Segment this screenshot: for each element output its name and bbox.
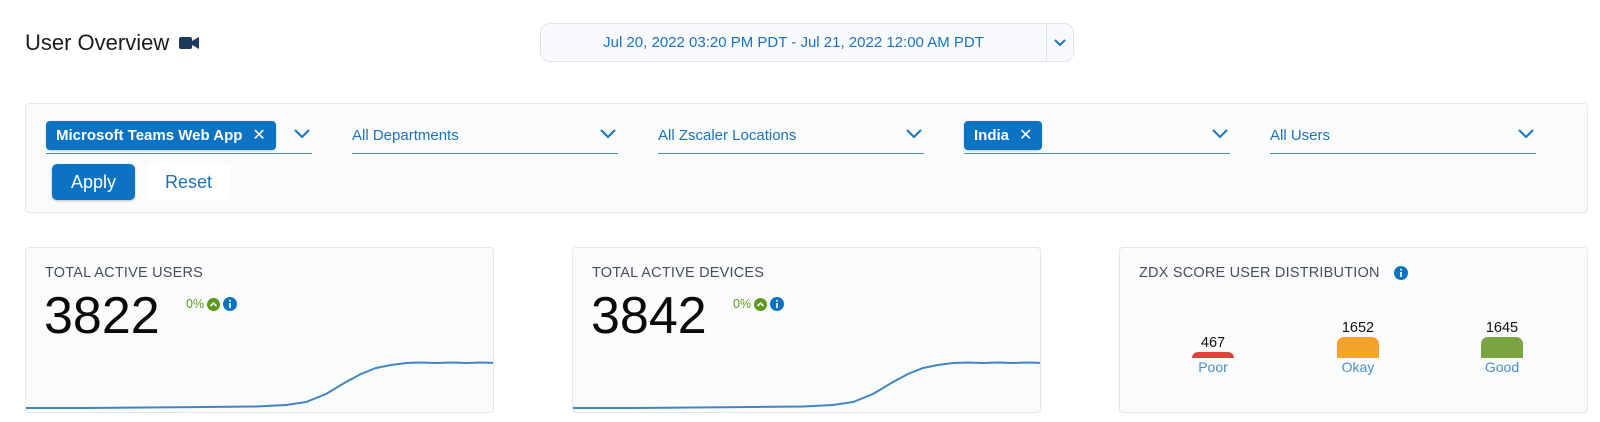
- trend-up-icon: [207, 297, 221, 311]
- card-title-text: ZDX SCORE USER DISTRIBUTION: [1139, 265, 1380, 281]
- date-range-toggle[interactable]: [1046, 24, 1073, 61]
- score-distribution-card[interactable]: ZDX SCORE USER DISTRIBUTION 467 Poor 165…: [1119, 247, 1588, 413]
- bucket-count: 1645: [1485, 320, 1519, 336]
- card-title: TOTAL ACTIVE USERS: [45, 265, 204, 281]
- card-title: ZDX SCORE USER DISTRIBUTION: [1139, 265, 1408, 281]
- bucket-bar: [1192, 352, 1234, 358]
- locations-filter-value: All Zscaler Locations: [658, 127, 797, 144]
- bucket-label: Poor: [1198, 359, 1228, 375]
- card-title: TOTAL ACTIVE DEVICES: [592, 265, 765, 281]
- locations-filter[interactable]: All Zscaler Locations: [658, 118, 924, 154]
- date-range-value[interactable]: Jul 20, 2022 03:20 PM PDT - Jul 21, 2022…: [541, 24, 1046, 61]
- info-icon[interactable]: [770, 297, 785, 311]
- geolocation-chip-label: India: [974, 127, 1010, 144]
- departments-filter[interactable]: All Departments: [352, 118, 618, 154]
- change-percent: 0%: [733, 297, 752, 311]
- filter-panel: Microsoft Teams Web App ✕ All Department…: [25, 103, 1588, 213]
- chevron-down-icon[interactable]: [294, 129, 310, 139]
- bucket-bar: [1337, 337, 1379, 358]
- change-indicator: 0%: [186, 297, 238, 311]
- chevron-down-icon[interactable]: [600, 129, 616, 139]
- bucket-bar: [1481, 337, 1523, 358]
- application-chip-label: Microsoft Teams Web App: [56, 127, 243, 144]
- geolocation-filter[interactable]: India ✕: [964, 118, 1230, 154]
- score-bucket-poor[interactable]: 467 Poor: [1183, 335, 1243, 375]
- info-icon[interactable]: [223, 297, 238, 311]
- score-bucket-okay[interactable]: 1652 Okay: [1328, 320, 1388, 375]
- geolocation-chip[interactable]: India ✕: [964, 121, 1043, 150]
- chevron-down-icon[interactable]: [1518, 129, 1534, 139]
- reset-button[interactable]: Reset: [147, 164, 230, 200]
- page-title-text: User Overview: [25, 30, 170, 55]
- users-trend-sparkline: [26, 361, 493, 409]
- change-indicator: 0%: [733, 297, 785, 311]
- application-chip[interactable]: Microsoft Teams Web App ✕: [46, 121, 276, 150]
- info-icon[interactable]: [1393, 266, 1408, 280]
- trend-up-icon: [754, 297, 768, 311]
- users-filter[interactable]: All Users: [1270, 118, 1536, 154]
- bucket-label: Okay: [1341, 359, 1375, 375]
- change-percent: 0%: [186, 297, 205, 311]
- remove-chip-icon[interactable]: ✕: [252, 127, 265, 144]
- departments-filter-value: All Departments: [352, 127, 459, 144]
- active-users-value: 3822: [44, 287, 160, 345]
- page-title: User Overview: [25, 30, 200, 56]
- bucket-count: 1652: [1341, 320, 1375, 336]
- remove-chip-icon[interactable]: ✕: [1019, 127, 1032, 144]
- chevron-down-icon[interactable]: [1212, 129, 1228, 139]
- active-devices-value: 3842: [591, 287, 707, 345]
- bucket-count: 467: [1200, 335, 1226, 351]
- chevron-down-icon: [1054, 38, 1066, 46]
- devices-trend-sparkline: [573, 361, 1040, 409]
- date-range-picker[interactable]: Jul 20, 2022 03:20 PM PDT - Jul 21, 2022…: [540, 23, 1074, 62]
- video-camera-icon[interactable]: [179, 36, 200, 50]
- chevron-down-icon[interactable]: [906, 129, 922, 139]
- active-users-card[interactable]: TOTAL ACTIVE USERS 3822 0%: [25, 247, 494, 413]
- apply-button[interactable]: Apply: [52, 164, 135, 200]
- application-filter[interactable]: Microsoft Teams Web App ✕: [46, 118, 312, 154]
- bucket-label: Good: [1484, 359, 1520, 375]
- users-filter-value: All Users: [1270, 127, 1331, 144]
- active-devices-card[interactable]: TOTAL ACTIVE DEVICES 3842 0%: [572, 247, 1041, 413]
- score-bucket-good[interactable]: 1645 Good: [1472, 320, 1532, 375]
